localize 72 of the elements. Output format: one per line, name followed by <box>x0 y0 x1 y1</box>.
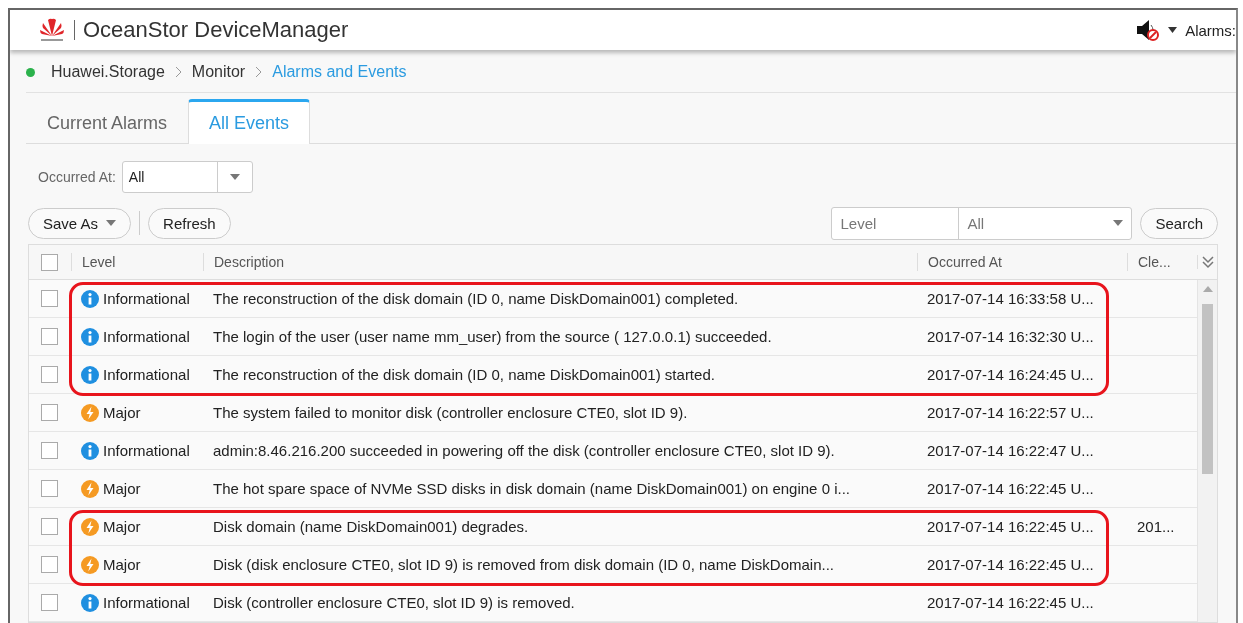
row-checkbox[interactable] <box>41 404 58 421</box>
description-cell-text: The reconstruction of the disk domain (ID 0, name DiskDomain001) completed. <box>212 290 740 307</box>
level-text: Informational <box>103 366 190 383</box>
level-dropdown[interactable]: All <box>958 207 1132 239</box>
chevron-icon <box>174 66 182 78</box>
occurred-at-dropdown[interactable]: All <box>121 161 253 193</box>
scroll-up-icon[interactable] <box>1203 286 1213 292</box>
row-checkbox[interactable] <box>41 328 58 345</box>
description-cell-text: The system failed to monitor disk (controller enclosure CTE0, slot ID 9). <box>212 404 689 421</box>
description-cell-text: The login of the user (user name mm_user) from the source ( 127.0.0.1) succeeded. <box>212 328 773 345</box>
row-checkbox[interactable] <box>41 518 58 535</box>
date-cell-text: 2017-07-14 16:32:30 U... <box>926 328 1095 345</box>
description-cell-text: admin:8.46.216.200 succeeded in powering off the disk (controller enclosure CTE0, slot ID 9). <box>212 442 836 459</box>
muted-speaker-icon[interactable] <box>1136 19 1161 41</box>
filter-label: Occurred At: <box>38 169 116 185</box>
date-cell-text: 2017-07-14 16:22:45 U... <box>926 518 1095 535</box>
column-header[interactable]: Cle... <box>1127 253 1197 271</box>
select-all-checkbox[interactable] <box>41 253 58 271</box>
date-cell-text: 2017-07-14 16:22:57 U... <box>926 404 1095 421</box>
level-text: Informational <box>103 442 190 459</box>
level-text: Informational <box>103 290 190 307</box>
date-cell-text: 2017-07-14 16:33:58 U... <box>926 290 1095 307</box>
row-checkbox[interactable] <box>41 594 58 611</box>
chevron-icon <box>255 66 263 78</box>
level-text: Informational <box>103 594 190 611</box>
info-icon <box>81 327 99 346</box>
search-button[interactable]: Search <box>1140 207 1218 239</box>
description-cell-text: Disk domain (name DiskDomain001) degrades. <box>212 518 530 535</box>
level-text: Major <box>103 556 141 573</box>
description-cell-text: The reconstruction of the disk domain (ID 0, name DiskDomain001) started. <box>212 366 716 383</box>
status-dot <box>26 67 35 77</box>
expand-columns-icon[interactable] <box>1201 255 1214 269</box>
alarms-label: Alarms: <box>1185 21 1236 39</box>
lightning-icon <box>81 555 99 574</box>
logo-icon <box>38 17 66 43</box>
column-header[interactable]: Occurred At <box>917 253 1127 271</box>
caret-icon[interactable] <box>1168 27 1178 33</box>
lightning-icon <box>81 517 99 536</box>
column-header[interactable]: Description <box>203 253 917 271</box>
row-checkbox[interactable] <box>41 366 58 383</box>
save-as-button[interactable]: Save As <box>28 207 132 239</box>
refresh-button[interactable]: Refresh <box>148 207 231 239</box>
date-cell-text: 2017-07-14 16:22:45 U... <box>926 556 1095 573</box>
breadcrumb-link[interactable]: Monitor <box>191 63 246 81</box>
description-cell-text: Disk (controller enclosure CTE0, slot ID 9) is removed. <box>212 594 576 611</box>
date-cell-text: 2017-07-14 16:22:45 U... <box>926 480 1095 497</box>
date-cell-text: 2017-07-14 16:22:45 U... <box>926 594 1095 611</box>
column-header[interactable]: Level <box>71 253 203 271</box>
row-checkbox[interactable] <box>41 442 58 459</box>
scrollbar[interactable] <box>1197 280 1217 622</box>
date-cell-text: 201... <box>1136 518 1176 535</box>
description-cell-text: The hot spare space of NVMe SSD disks in disk domain (name DiskDomain001) on engine 0 i... <box>212 480 851 497</box>
lightning-icon <box>81 479 99 498</box>
info-icon <box>81 593 99 612</box>
info-icon <box>81 365 99 384</box>
level-text: Informational <box>103 328 190 345</box>
level-text: Major <box>103 518 141 535</box>
date-cell-text: 2017-07-14 16:24:45 U... <box>926 366 1095 383</box>
description-cell-text: Disk (disk enclosure CTE0, slot ID 9) is removed from disk domain (ID 0, name DiskDomain... <box>212 556 836 573</box>
row-checkbox[interactable] <box>41 290 58 307</box>
app-title: OceanStor DeviceManager <box>83 17 349 43</box>
info-icon <box>81 441 99 460</box>
breadcrumb-link[interactable]: Huawei.Storage <box>51 63 165 81</box>
row-checkbox[interactable] <box>41 556 58 573</box>
row-checkbox[interactable] <box>41 480 58 497</box>
date-cell-text: 2017-07-14 16:22:47 U... <box>926 442 1095 459</box>
tab[interactable]: Current Alarms <box>26 101 189 144</box>
lightning-icon <box>81 403 99 422</box>
level-field[interactable]: Level <box>832 214 959 232</box>
level-text: Major <box>103 404 141 421</box>
info-icon <box>81 289 99 308</box>
level-text: Major <box>103 480 141 497</box>
